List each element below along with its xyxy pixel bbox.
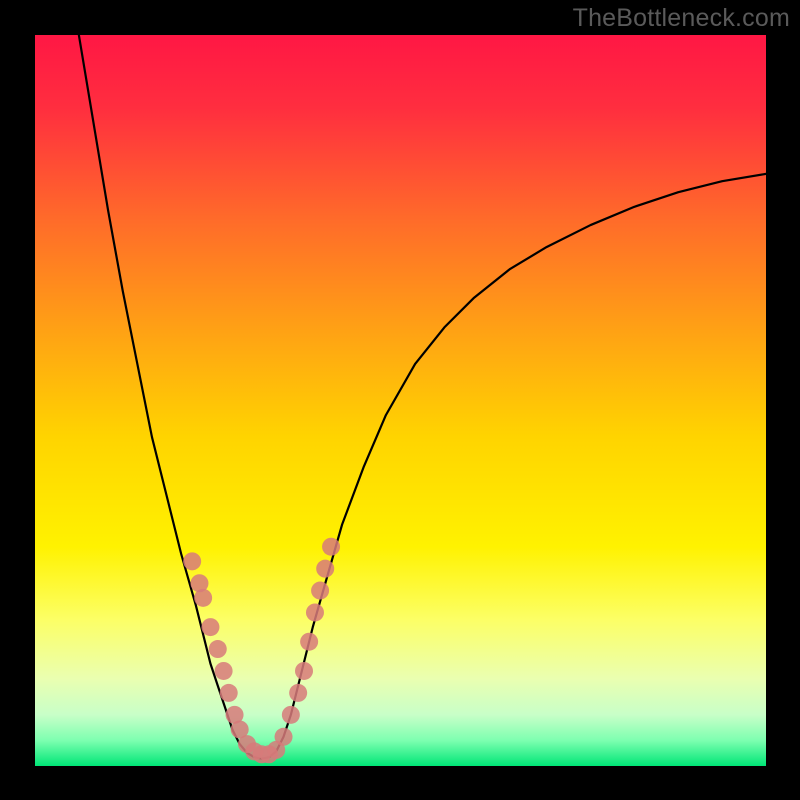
watermark-text: TheBottleneck.com (573, 4, 790, 33)
plot-area (35, 35, 766, 766)
chart-container: TheBottleneck.com (0, 0, 800, 800)
chart-svg (35, 35, 766, 766)
